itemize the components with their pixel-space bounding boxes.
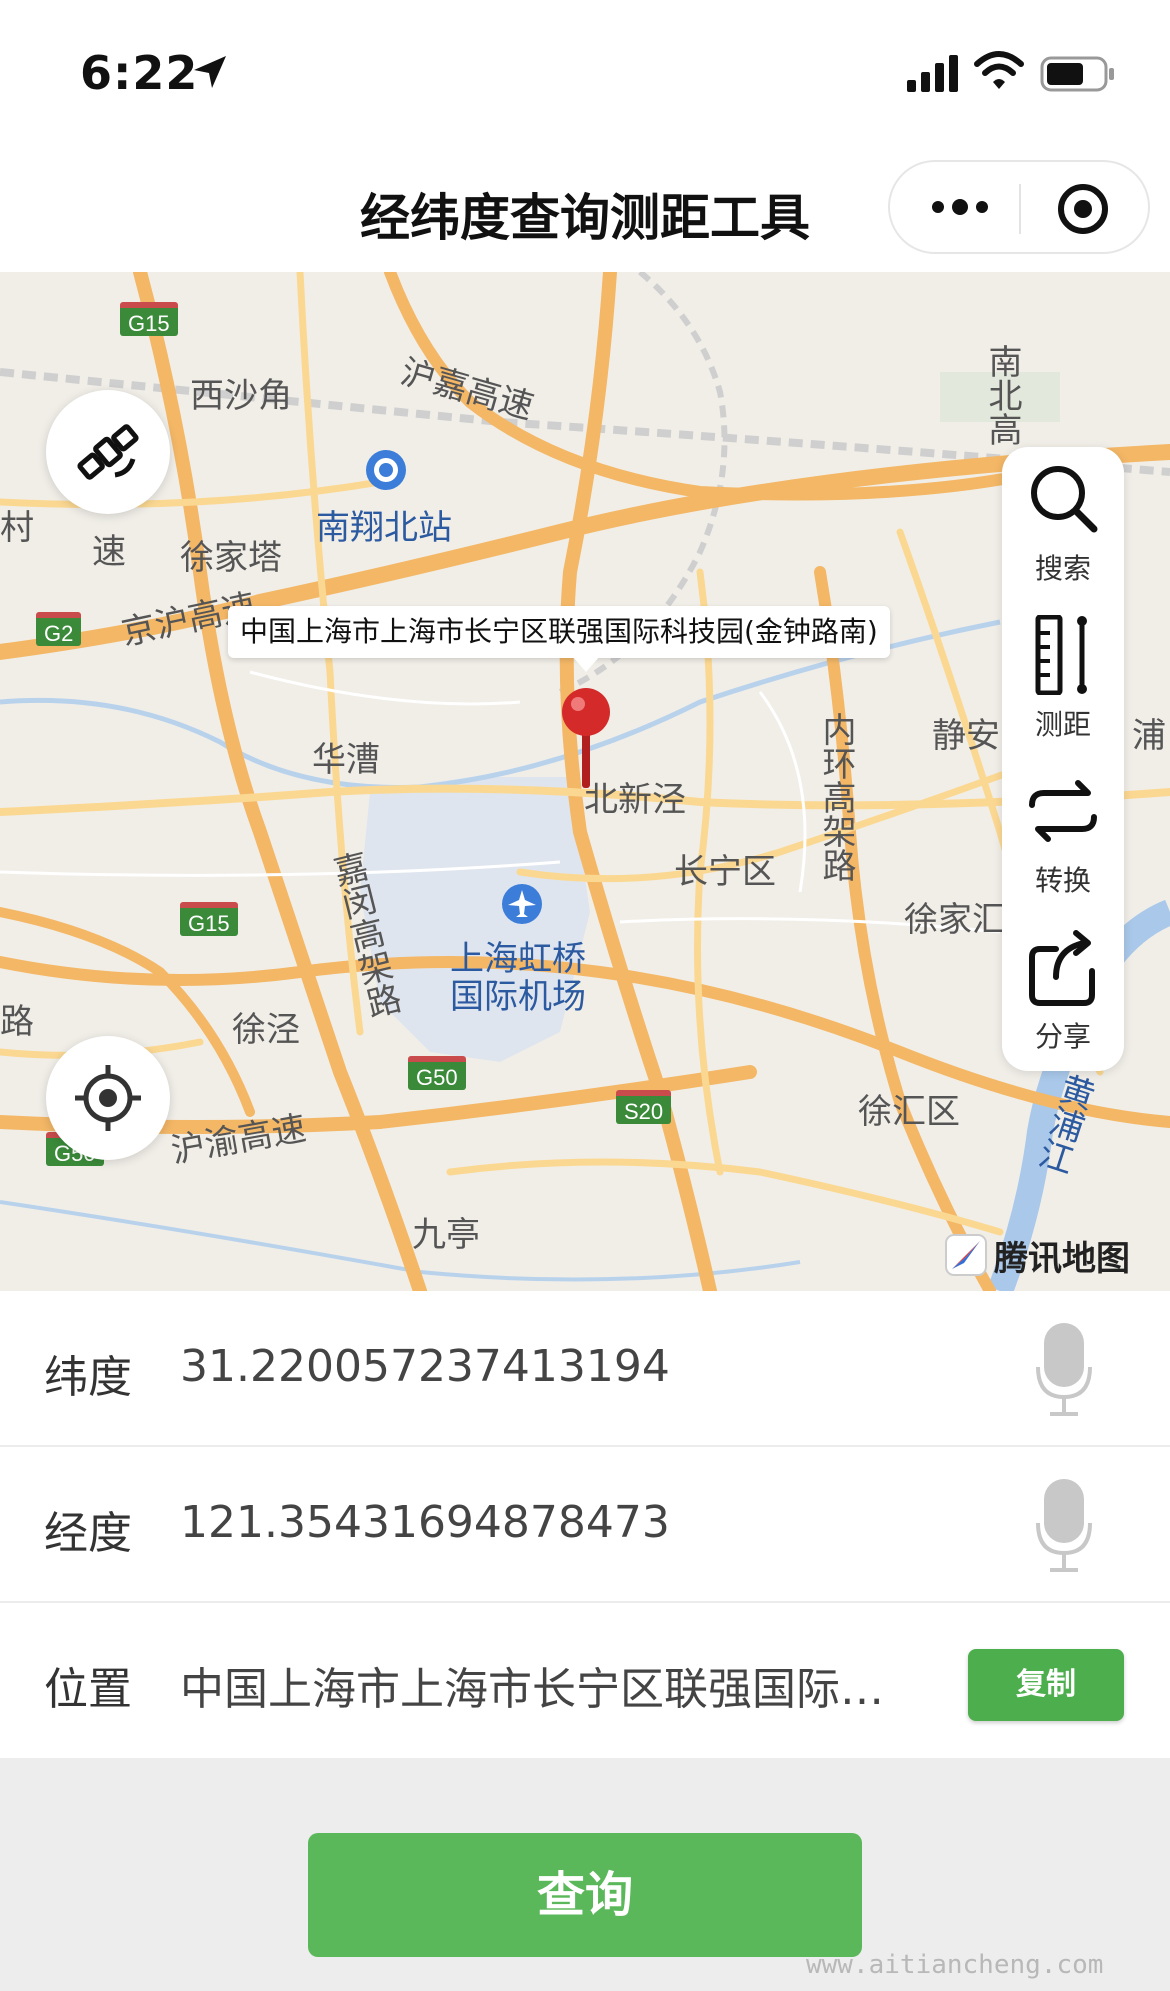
screen: 6:22 经纬度查询测距工具 西沙角 沪嘉高速 南翔北站 徐家塔 京沪高速 华漕… — [0, 0, 1170, 1991]
map-toolbar: 搜索 测距 转换 分享 — [1002, 447, 1124, 1071]
close-target-icon[interactable] — [1056, 182, 1110, 236]
tool-convert[interactable]: 转换 — [1002, 759, 1124, 915]
wifi-icon — [974, 51, 1024, 89]
map-label-nanbei: 南北高 — [982, 344, 1022, 446]
battery-icon — [1040, 56, 1114, 92]
location-pin-icon[interactable] — [558, 686, 614, 796]
share-icon — [1029, 930, 1095, 1006]
map-label-su: 速 — [92, 532, 126, 572]
location-arrow-icon — [194, 56, 226, 88]
tool-convert-label: 转换 — [1034, 864, 1091, 897]
map-label-xujiahui: 徐家汇 — [904, 900, 1006, 940]
callout-pointer — [572, 656, 600, 672]
satellite-icon — [77, 424, 139, 480]
watermark: www.aitiancheng.com — [806, 1950, 1104, 1980]
map-label-nanxiang-station: 南翔北站 — [316, 508, 452, 548]
map-label-huacao: 华漕 — [312, 740, 380, 780]
highway-shield-g15: G15 — [120, 302, 178, 336]
longitude-row: 经度 121.35431694878473 — [0, 1447, 1170, 1603]
locate-me-button[interactable] — [46, 1036, 170, 1160]
map-label-xishajiao: 西沙角 — [190, 376, 292, 416]
map-label-changning: 长宁区 — [674, 852, 776, 892]
position-row: 位置 中国上海市上海市长宁区联强国际科技园(金钟路南) 复制 — [0, 1603, 1170, 1759]
highway-shield-g2: G2 — [36, 612, 82, 646]
airport-icon — [502, 884, 542, 924]
latitude-row: 纬度 31.220057237413194 — [0, 1291, 1170, 1447]
map-label-hongqiao-airport: 上海虹桥国际机场 — [450, 939, 586, 1017]
map-label-xujing: 徐泾 — [232, 1010, 300, 1050]
map-label-jiuting: 九亭 — [412, 1215, 480, 1255]
swap-icon — [1029, 780, 1097, 842]
train-station-icon — [366, 450, 406, 490]
latitude-label: 纬度 — [44, 1352, 132, 1403]
position-label: 位置 — [44, 1664, 132, 1715]
latitude-input[interactable]: 31.220057237413194 — [180, 1341, 670, 1392]
nav-bar: 经纬度查询测距工具 — [0, 140, 1170, 272]
tool-measure-label: 测距 — [1034, 708, 1091, 741]
longitude-input[interactable]: 121.35431694878473 — [180, 1497, 670, 1548]
highway-shield-g15-south: G15 — [180, 902, 238, 936]
status-time: 6:22 — [80, 46, 199, 100]
tencent-map-logo-icon — [945, 1234, 987, 1276]
position-value: 中国上海市上海市长宁区联强国际科技园(金钟路南) — [180, 1664, 920, 1715]
map-label-cun: 村 — [0, 508, 34, 548]
crosshair-icon — [75, 1065, 141, 1131]
map-label-lu: 路 — [0, 1002, 34, 1042]
microphone-icon[interactable] — [1036, 1477, 1092, 1573]
ruler-icon — [1035, 615, 1087, 695]
location-callout: 中国上海市上海市长宁区联强国际科技园(金钟路南) — [228, 606, 890, 658]
map-view[interactable]: 西沙角 沪嘉高速 南翔北站 徐家塔 京沪高速 华漕 北新泾 长宁区 内环高架路 … — [0, 272, 1170, 1291]
tencent-map-logo: 腾讯地图 — [940, 1230, 1134, 1280]
query-button[interactable]: 查询 — [308, 1833, 862, 1957]
satellite-layer-button[interactable] — [46, 390, 170, 514]
miniprogram-capsule — [888, 160, 1150, 254]
map-label-xujiata: 徐家塔 — [180, 538, 282, 578]
copy-button[interactable]: 复制 — [968, 1649, 1124, 1721]
tool-share[interactable]: 分享 — [1002, 915, 1124, 1071]
map-label-pu: 浦 — [1132, 716, 1166, 756]
tool-measure[interactable]: 测距 — [1002, 603, 1124, 759]
cellular-signal-icon — [907, 55, 958, 92]
map-label-jingan: 静安 — [932, 716, 1000, 756]
search-icon — [1031, 466, 1098, 533]
microphone-icon[interactable] — [1036, 1321, 1092, 1417]
more-dots-icon[interactable] — [930, 192, 990, 222]
map-label-xuhui: 徐汇区 — [858, 1092, 960, 1132]
status-bar: 6:22 — [0, 0, 1170, 140]
capsule-divider — [1019, 184, 1021, 234]
coordinate-form: 纬度 31.220057237413194 经度 121.35431694878… — [0, 1291, 1170, 1758]
tool-share-label: 分享 — [1034, 1020, 1091, 1053]
tool-search[interactable]: 搜索 — [1002, 447, 1124, 603]
highway-shield-s20: S20 — [616, 1090, 672, 1124]
tool-search-label: 搜索 — [1034, 552, 1091, 585]
longitude-label: 经度 — [44, 1508, 132, 1559]
highway-shield-g50: G50 — [408, 1056, 466, 1090]
map-label-neihuan: 内环高架路 — [816, 712, 856, 882]
